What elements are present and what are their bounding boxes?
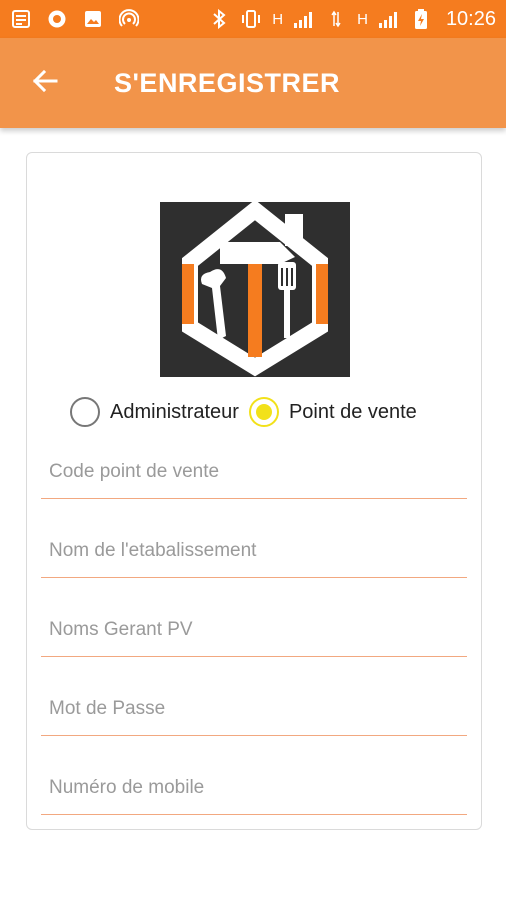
radio-label: Administrateur bbox=[110, 400, 239, 423]
noms-gerant-input[interactable] bbox=[41, 603, 467, 656]
network-type-label: H bbox=[357, 10, 368, 28]
status-bar: H H 10:26 bbox=[0, 0, 506, 38]
radio-button[interactable] bbox=[248, 397, 279, 427]
radio-option-administrateur[interactable]: Administrateur bbox=[70, 397, 239, 427]
account-type-group: Administrateur Point de vente bbox=[70, 394, 470, 430]
nom-etablissement-input[interactable] bbox=[41, 524, 467, 577]
code-point-de-vente-input[interactable] bbox=[41, 445, 467, 498]
numero-mobile-field[interactable] bbox=[41, 761, 467, 815]
signal-icon bbox=[378, 8, 400, 30]
house-tools-logo bbox=[160, 199, 350, 377]
radio-label: Point de vente bbox=[288, 400, 417, 423]
arrow-left-icon bbox=[32, 69, 58, 98]
radio-button[interactable] bbox=[70, 397, 100, 427]
code-point-de-vente-field[interactable] bbox=[41, 445, 467, 499]
bluetooth-icon bbox=[208, 8, 230, 30]
radio-selected-dot bbox=[255, 404, 272, 420]
chrome-icon bbox=[46, 8, 68, 30]
nom-etablissement-field[interactable] bbox=[41, 524, 467, 578]
register-card: Administrateur Point de vente bbox=[26, 152, 482, 830]
vibrate-icon bbox=[240, 8, 262, 30]
numero-mobile-input[interactable] bbox=[41, 761, 467, 814]
page-title: S'ENREGISTRER bbox=[114, 67, 340, 98]
back-button[interactable] bbox=[0, 38, 90, 128]
notes-icon bbox=[10, 8, 32, 30]
mot-de-passe-field[interactable] bbox=[41, 682, 467, 736]
data-icon bbox=[325, 8, 347, 30]
app-bar: S'ENREGISTRER bbox=[0, 38, 506, 128]
image-icon bbox=[82, 8, 104, 30]
radio-option-point-de-vente[interactable]: Point de vente bbox=[248, 397, 417, 427]
noms-gerant-field[interactable] bbox=[41, 603, 467, 657]
signal-icon bbox=[293, 8, 315, 30]
status-time: 10:26 bbox=[445, 7, 496, 30]
battery-charging-icon bbox=[410, 8, 432, 30]
hotspot-icon bbox=[118, 8, 140, 30]
mot-de-passe-input[interactable] bbox=[41, 682, 467, 735]
network-type-label: H bbox=[272, 10, 284, 28]
